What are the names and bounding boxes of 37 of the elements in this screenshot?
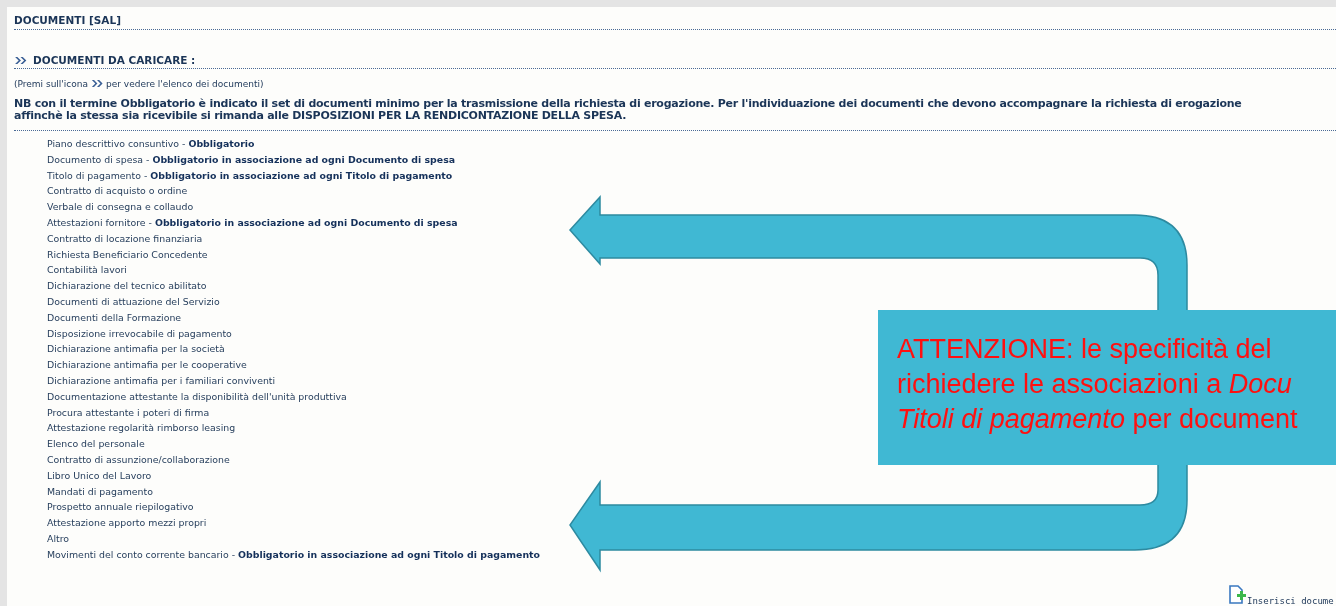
hint-text: (Premi sull'icona	[14, 78, 88, 89]
document-item: Piano descrittivo consuntivo - Obbligatorio	[47, 137, 255, 151]
document-item: Dichiarazione antimafia per i familiari conviventi	[47, 373, 276, 388]
document-item: Documento di spesa - Obbligatorio in associazione ad ogni Documento di spesa	[47, 152, 456, 167]
hint-text: per vedere l'elenco dei documenti)	[106, 78, 264, 89]
section-title: DOCUMENTI DA CARICARE :	[33, 54, 196, 66]
document-item: Documenti di attuazione del Servizio	[47, 294, 220, 309]
document-item: Verbale di consegna e collaudo	[47, 200, 194, 215]
document-item: Movimenti del conto corrente bancario - Obbligatorio in associazione ad ogni Titolo di pagamento	[47, 547, 540, 562]
document-item: Libro Unico del Lavoro	[47, 468, 152, 483]
document-item: Documenti della Formazione	[47, 310, 182, 325]
note-paragraph: NB con il termine Obbligatorio è indicato il set di documenti minimo per la trasmissione della richiesta di erogazione. Per l'individuazione dei documenti che devono accompagnare la richiesta di erogazione affinchè la stessa sia ricevibile si rimanda alle DISPOSIZIONI PER LA RENDICONTAZIONE DELLA SPESA.	[14, 98, 1242, 122]
document-item: Dichiarazione antimafia per le cooperative	[47, 358, 247, 373]
document-item: Contabilità lavori	[47, 263, 127, 278]
document-item: Richiesta Beneficiario Concedente	[47, 247, 208, 262]
document-item: Attestazioni fornitore - Obbligatorio in associazione ad ogni Documento di spesa	[47, 216, 458, 230]
insert-document-link[interactable]: Inserisci docume	[1247, 596, 1334, 606]
document-item: Contratto di assunzione/collaborazione	[47, 452, 230, 467]
double-chevron-icon[interactable]	[91, 79, 103, 88]
warning-text: ATTENZIONE: le specificità del richiedere le associazioni a Docu Titoli di pagamento per document	[897, 333, 1298, 436]
document-item: Altro	[47, 531, 70, 546]
page-title: DOCUMENTI [SAL]	[14, 13, 121, 28]
document-item: Attestazione apporto mezzi propri	[47, 516, 207, 531]
document-item: Titolo di pagamento - Obbligatorio in associazione ad ogni Titolo di pagamento	[47, 168, 453, 183]
document-item: Procura attestante i poteri di firma	[47, 405, 210, 420]
document-item: Disposizione irrevocabile di pagamento	[47, 326, 232, 341]
document-item: Prospetto annuale riepilogativo	[47, 500, 194, 515]
document-item: Attestazione regolarità rimborso leasing	[47, 421, 236, 436]
document-item: Mandati di pagamento	[47, 484, 153, 499]
add-document-icon[interactable]	[1226, 584, 1246, 606]
document-item: Elenco del personale	[47, 437, 145, 452]
document-item: Contratto di locazione finanziaria	[47, 231, 203, 246]
document-item: Contratto di acquisto o ordine	[47, 184, 188, 199]
document-item: Documentazione attestante la disponibilità dell'unità produttiva	[47, 389, 347, 404]
document-item: Dichiarazione antimafia per la società	[47, 342, 225, 357]
document-item: Dichiarazione del tecnico abilitato	[47, 279, 207, 294]
double-chevron-icon[interactable]	[14, 55, 27, 65]
